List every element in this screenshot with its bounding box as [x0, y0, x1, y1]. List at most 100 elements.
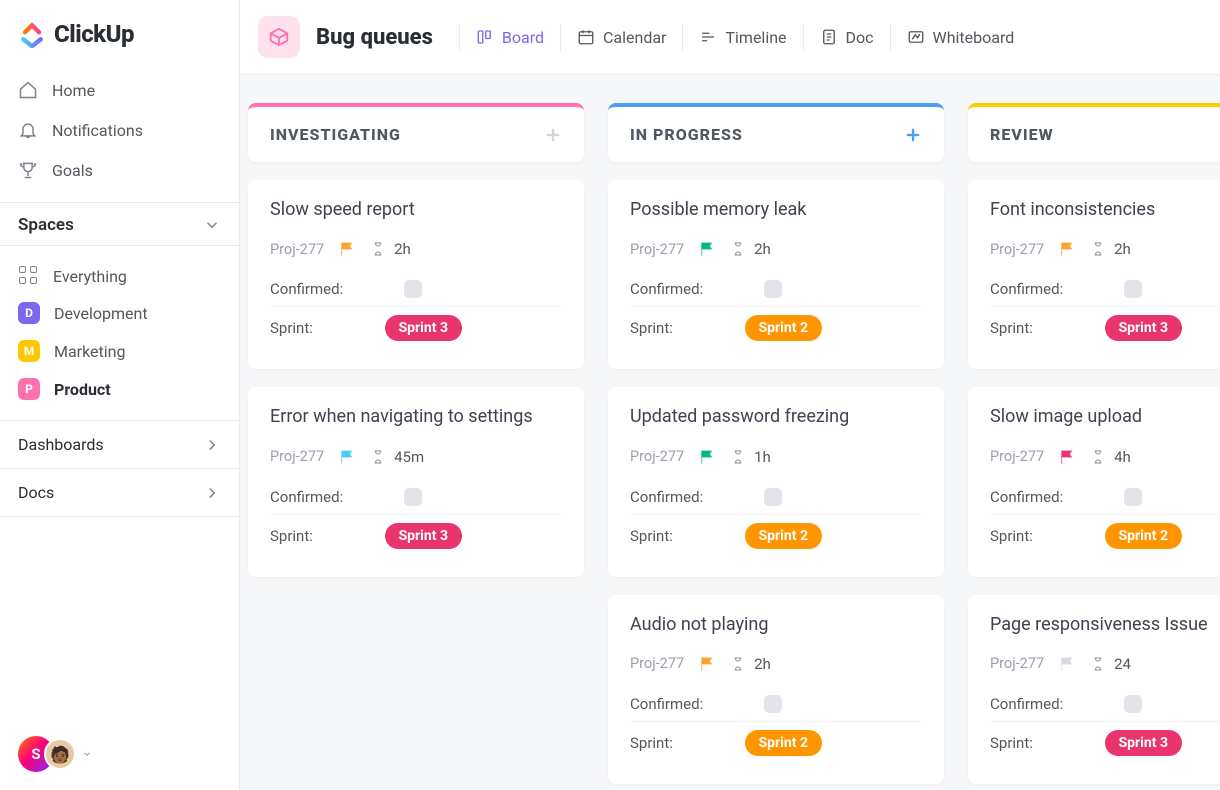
nav-label: Goals: [52, 161, 93, 180]
view-tab-calendar[interactable]: Calendar: [565, 22, 678, 53]
hourglass-icon: [730, 449, 746, 465]
column-header: REVIEW: [968, 103, 1220, 162]
user-menu[interactable]: S 🧑🏾: [18, 736, 92, 772]
task-card[interactable]: Font inconsistencies Proj-277 2h Confirm…: [968, 180, 1220, 369]
sprint-badge[interactable]: Sprint 2: [745, 730, 822, 756]
confirmed-checkbox[interactable]: [1124, 488, 1142, 506]
view-tab-board[interactable]: Board: [464, 22, 556, 53]
hourglass-icon: [730, 241, 746, 257]
confirmed-checkbox[interactable]: [1124, 695, 1142, 713]
task-title: Slow image upload: [990, 405, 1220, 429]
task-meta: Proj-277 2h: [270, 240, 562, 258]
task-card[interactable]: Audio not playing Proj-277 2h Confirmed:…: [608, 595, 944, 784]
task-card[interactable]: Possible memory leak Proj-277 2h Confirm…: [608, 180, 944, 369]
confirmed-checkbox[interactable]: [404, 488, 422, 506]
avatar-secondary: 🧑🏾: [44, 738, 76, 770]
space-marketing[interactable]: M Marketing: [0, 332, 239, 370]
space-product[interactable]: P Product: [0, 370, 239, 408]
logo[interactable]: ClickUp: [0, 0, 239, 66]
clickup-logo-icon: [18, 20, 46, 48]
chevron-down-icon: [82, 749, 92, 759]
confirmed-row: Confirmed:: [630, 272, 922, 306]
flag-icon[interactable]: [1058, 655, 1076, 673]
hourglass-icon: [1090, 656, 1106, 672]
space-everything[interactable]: Everything: [0, 258, 239, 294]
confirmed-checkbox[interactable]: [1124, 280, 1142, 298]
doc-icon: [820, 28, 838, 46]
view-tab-label: Doc: [846, 28, 874, 47]
space-development[interactable]: D Development: [0, 294, 239, 332]
sprint-badge[interactable]: Sprint 2: [745, 523, 822, 549]
confirmed-checkbox[interactable]: [404, 280, 422, 298]
sprint-badge[interactable]: Sprint 3: [1105, 730, 1182, 756]
section-docs[interactable]: Docs: [0, 468, 239, 517]
sprint-label: Sprint:: [990, 527, 1033, 545]
task-title: Possible memory leak: [630, 198, 922, 222]
view-tab-label: Timeline: [725, 28, 786, 47]
task-meta: Proj-277 2h: [630, 240, 922, 258]
primary-nav: Home Notifications Goals: [0, 66, 239, 202]
task-title: Audio not playing: [630, 613, 922, 637]
nav-home[interactable]: Home: [0, 70, 239, 110]
spaces-header[interactable]: Spaces: [0, 202, 239, 246]
main: Bug queues Board Calendar Timeline Doc W…: [240, 0, 1220, 790]
spaces-list: Everything D DevelopmentM MarketingP Pro…: [0, 246, 239, 420]
section-dashboards[interactable]: Dashboards: [0, 420, 239, 468]
everything-icon: [19, 266, 39, 286]
task-card[interactable]: Slow speed report Proj-277 2h Confirmed:…: [248, 180, 584, 369]
hourglass-icon: [370, 241, 386, 257]
add-card-button[interactable]: [544, 126, 562, 144]
add-card-button[interactable]: [904, 126, 922, 144]
view-tab-doc[interactable]: Doc: [808, 22, 886, 53]
page-icon[interactable]: [258, 16, 300, 58]
task-card[interactable]: Updated password freezing Proj-277 1h Co…: [608, 387, 944, 576]
task-title: Page responsiveness Issue: [990, 613, 1220, 637]
separator: [682, 23, 683, 51]
project-id: Proj-277: [270, 448, 324, 465]
topbar: Bug queues Board Calendar Timeline Doc W…: [240, 0, 1220, 75]
flag-icon[interactable]: [1058, 240, 1076, 258]
sidebar: ClickUp Home Notifications Goals Spaces …: [0, 0, 240, 790]
confirmed-checkbox[interactable]: [764, 488, 782, 506]
confirmed-label: Confirmed:: [270, 488, 343, 506]
sprint-row: Sprint: Sprint 2: [630, 721, 922, 764]
board-icon: [476, 28, 494, 46]
view-tab-timeline[interactable]: Timeline: [687, 22, 798, 53]
calendar-icon: [577, 28, 595, 46]
column-name: REVIEW: [990, 125, 1054, 144]
duration: 2h: [1114, 240, 1131, 258]
sprint-badge[interactable]: Sprint 3: [1105, 315, 1182, 341]
view-tab-whiteboard[interactable]: Whiteboard: [895, 22, 1027, 53]
sprint-badge[interactable]: Sprint 2: [745, 315, 822, 341]
task-card[interactable]: Error when navigating to settings Proj-2…: [248, 387, 584, 576]
sprint-badge[interactable]: Sprint 3: [385, 523, 462, 549]
flag-icon[interactable]: [338, 448, 356, 466]
section-label: Docs: [18, 483, 54, 502]
box-icon: [268, 26, 290, 48]
flag-icon[interactable]: [698, 655, 716, 673]
duration: 1h: [754, 448, 771, 466]
sprint-badge[interactable]: Sprint 2: [1105, 523, 1182, 549]
nav-goals[interactable]: Goals: [0, 150, 239, 190]
task-card[interactable]: Slow image upload Proj-277 4h Confirmed:…: [968, 387, 1220, 576]
confirmed-row: Confirmed:: [630, 480, 922, 514]
nav-notifications[interactable]: Notifications: [0, 110, 239, 150]
flag-icon[interactable]: [1058, 448, 1076, 466]
hourglass-icon: [1090, 449, 1106, 465]
sprint-row: Sprint: Sprint 3: [990, 306, 1220, 349]
space-label: Product: [54, 380, 111, 399]
section-label: Dashboards: [18, 435, 104, 454]
flag-icon[interactable]: [698, 240, 716, 258]
confirmed-checkbox[interactable]: [764, 280, 782, 298]
separator: [803, 23, 804, 51]
confirmed-checkbox[interactable]: [764, 695, 782, 713]
board-area: INVESTIGATING Slow speed report Proj-277…: [240, 75, 1220, 790]
chevron-right-icon: [203, 436, 221, 454]
chevron-down-icon: [203, 216, 221, 234]
task-card[interactable]: Page responsiveness Issue Proj-277 24 Co…: [968, 595, 1220, 784]
view-tab-label: Whiteboard: [933, 28, 1015, 47]
flag-icon[interactable]: [338, 240, 356, 258]
sprint-badge[interactable]: Sprint 3: [385, 315, 462, 341]
flag-icon[interactable]: [698, 448, 716, 466]
project-id: Proj-277: [630, 448, 684, 465]
